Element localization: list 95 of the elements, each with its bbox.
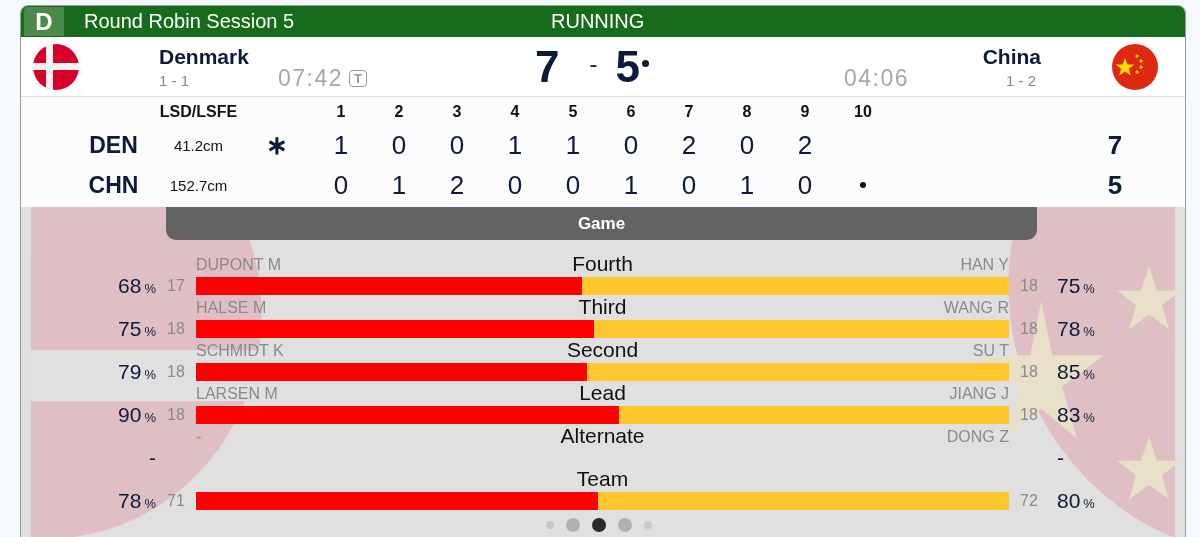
page-dot[interactable] (592, 518, 606, 532)
shot-count: 18 (1020, 362, 1038, 380)
end-number: 5 (567, 103, 579, 122)
column-header: LSD/LSFE (158, 103, 239, 122)
percentage: 75% (1057, 273, 1095, 297)
end-score: 2 (797, 130, 813, 161)
shot-count: 18 (167, 362, 185, 380)
player-name: HAN Y (960, 256, 1009, 273)
end-score: 0 (681, 169, 697, 201)
game-clock: 07:42 (278, 65, 344, 92)
player-name: DUPONT M (196, 256, 282, 273)
position-label: Lead (579, 383, 626, 403)
end-number: 8 (741, 103, 753, 122)
total-score: 5 (1106, 169, 1124, 201)
end-number: 10 (853, 103, 873, 122)
shot-count: 18 (167, 405, 185, 423)
percentage: 79% (118, 359, 156, 383)
end-score: 0 (333, 169, 349, 201)
end-number: 9 (799, 103, 811, 122)
game-clock: 04:06 (844, 65, 910, 92)
end-number: 7 (683, 103, 695, 122)
shot-count: 18 (167, 319, 185, 337)
player-name: SU T (972, 342, 1009, 359)
end-number: 2 (393, 103, 405, 122)
end-score: 1 (739, 169, 755, 201)
end-score: 2 (449, 169, 465, 201)
shot-count: 72 (1020, 491, 1038, 509)
timeout-badge: T (349, 70, 367, 87)
player-name: SCHMIDT K (196, 342, 284, 359)
team-name: Denmark (159, 44, 250, 69)
percentage: 78% (1057, 316, 1095, 340)
percentage: 75% (118, 316, 156, 340)
shot-count: 71 (167, 491, 185, 509)
end-score: 0 (739, 130, 755, 161)
end-score: 0 (449, 130, 465, 161)
page-dot[interactable] (618, 518, 632, 532)
position-label: Third (578, 297, 627, 317)
player-name: DONG Z (946, 428, 1009, 445)
end-score: 1 (507, 130, 523, 161)
end-score: 0 (391, 130, 407, 161)
page-dot[interactable] (644, 521, 652, 529)
percentage: 80% (1057, 488, 1095, 512)
team-record: 1 - 1 (159, 71, 190, 89)
position-label: Team (576, 469, 629, 489)
page-dot[interactable] (566, 518, 580, 532)
end-score: 0 (507, 169, 523, 201)
end-score: 1 (391, 169, 407, 201)
end-number: 3 (451, 103, 463, 122)
player-name: HALSE M (196, 299, 267, 316)
position-label: Second (566, 340, 639, 360)
percentage: 85% (1057, 359, 1095, 383)
game-status: RUNNING (551, 10, 645, 33)
hammer-mark: ∗ (265, 130, 288, 160)
team-name: China (982, 44, 1041, 69)
percentage: 90% (118, 402, 156, 426)
end-number: 1 (335, 103, 347, 122)
percentage: 78% (118, 488, 156, 512)
shot-count: 18 (1020, 276, 1038, 294)
end-score: 1 (333, 130, 349, 161)
team-code: DEN (88, 132, 139, 159)
player-name: JIANG J (949, 385, 1009, 402)
lsd-distance: 41.2cm (172, 137, 225, 154)
percentage: - (1057, 445, 1064, 469)
total-score: 7 (1106, 130, 1124, 161)
game-tab[interactable]: Game (166, 207, 1037, 240)
end-score: 0 (565, 169, 581, 201)
shot-count: 18 (1020, 405, 1038, 423)
team-score: 5 (615, 41, 640, 92)
percentage: 68% (118, 273, 156, 297)
shot-count: 18 (1020, 319, 1038, 337)
team-code: CHN (87, 171, 140, 199)
position-label: Fourth (572, 254, 633, 274)
page-dot[interactable] (546, 521, 554, 529)
flag-icon (33, 43, 79, 90)
end-score: 1 (565, 130, 581, 161)
position-label: Alternate (560, 426, 645, 446)
end-score: 1 (623, 169, 639, 201)
flag-icon (1112, 43, 1158, 90)
player-name: LARSEN M (196, 385, 278, 402)
team-score: 7 (535, 41, 560, 92)
shot-count: 17 (167, 276, 185, 294)
end-score: 0 (797, 169, 813, 201)
player-name: - (196, 428, 202, 445)
lsd-distance: 152.7cm (168, 176, 229, 194)
player-name: WANG R (943, 299, 1009, 316)
percentage: 83% (1057, 402, 1095, 426)
score-separator: - (589, 49, 598, 78)
end-number: 6 (625, 103, 637, 122)
session-title: Round Robin Session 5 (84, 10, 295, 33)
end-score: 0 (623, 130, 639, 161)
division-badge: D (24, 7, 64, 36)
percentage: - (149, 445, 156, 469)
end-number: 4 (509, 103, 521, 122)
team-record: 1 - 2 (1006, 71, 1036, 89)
end-score: 2 (681, 130, 697, 161)
